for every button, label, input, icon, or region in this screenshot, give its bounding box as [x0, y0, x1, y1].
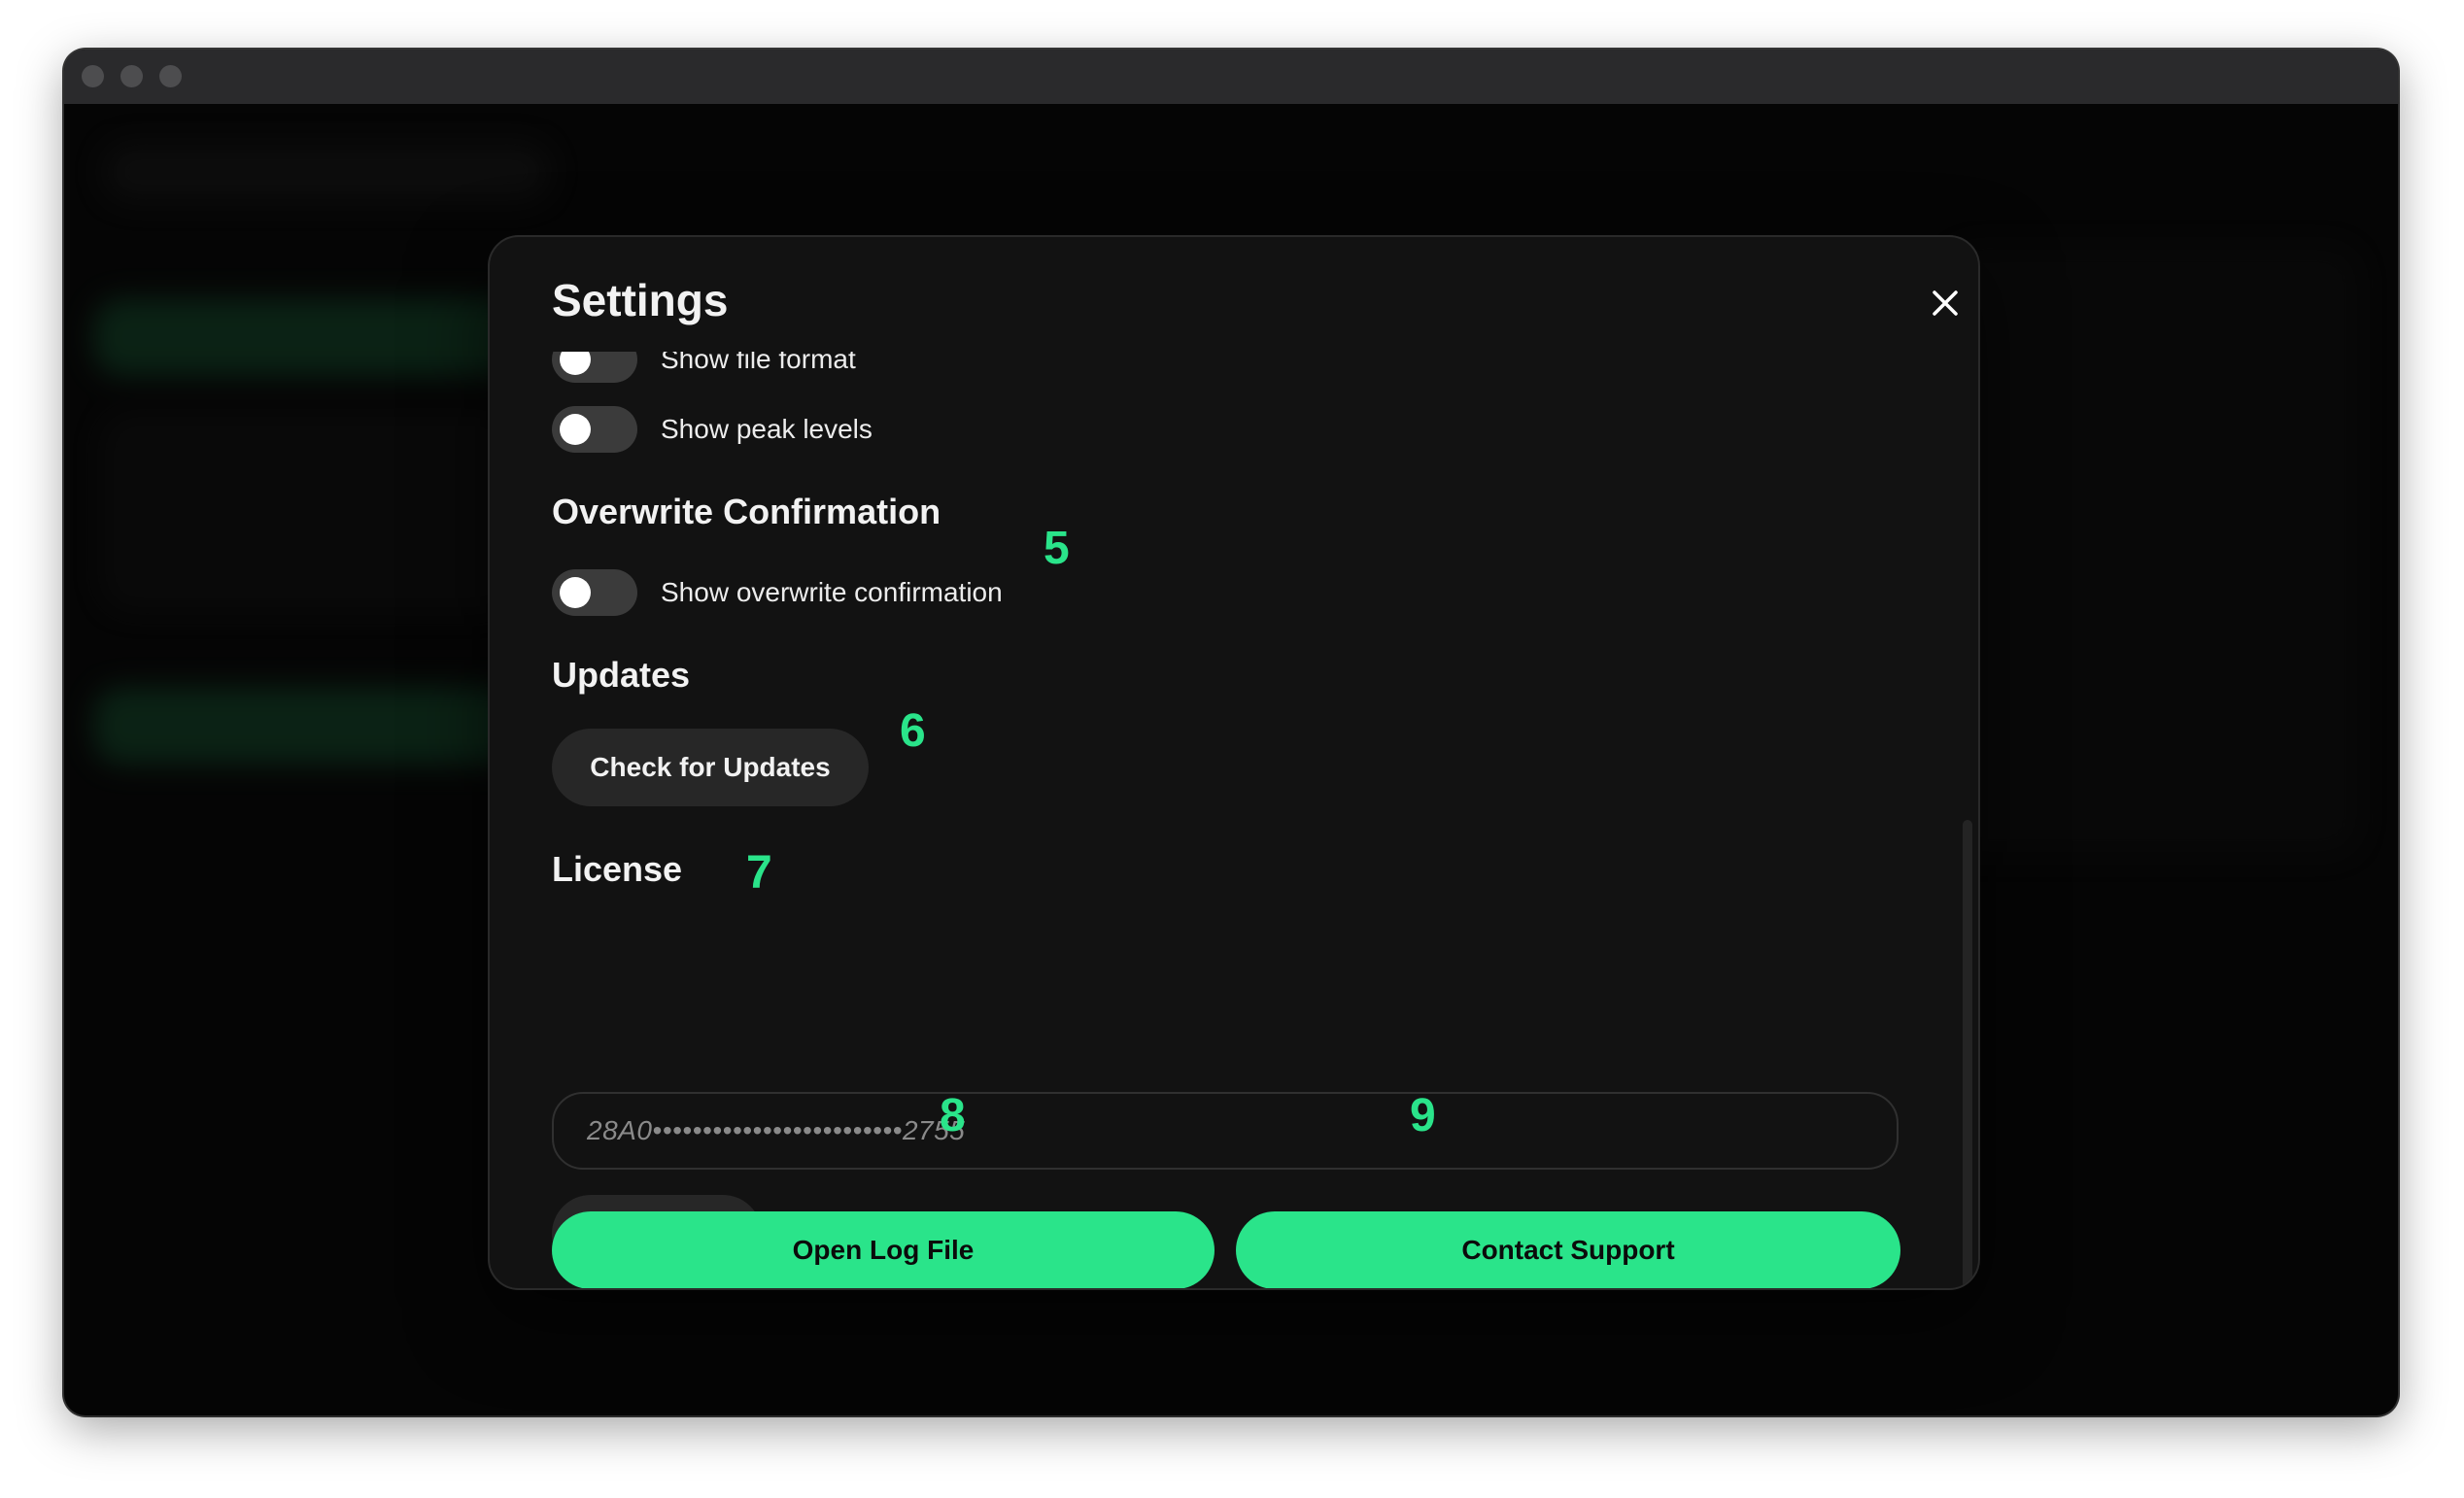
app-window: Settings Show file format Show peak leve… — [64, 50, 2398, 1415]
annotation-7: 7 — [746, 847, 772, 899]
license-key-value: 28A0•••••••••••••••••••••••••2755 — [587, 1115, 966, 1145]
file-format-toggle[interactable] — [552, 352, 637, 383]
toggle-row-overwrite[interactable]: Show overwrite confirmation — [552, 569, 1003, 616]
updates-heading: Updates — [552, 655, 691, 695]
file-format-label: Show file format — [661, 352, 856, 374]
contact-support-button[interactable]: Contact Support — [1236, 1211, 1900, 1288]
overwrite-label: Show overwrite confirmation — [661, 577, 1003, 607]
annotation-5: 5 — [1044, 523, 1070, 574]
overwrite-heading: Overwrite Confirmation — [552, 492, 941, 531]
overwrite-toggle[interactable] — [552, 569, 637, 616]
open-log-file-button[interactable]: Open Log File — [552, 1211, 1215, 1288]
license-heading: License — [552, 849, 683, 889]
check-updates-button[interactable]: Check for Updates — [552, 729, 869, 806]
annotation-6: 6 — [900, 705, 926, 757]
close-icon — [1933, 290, 1958, 316]
scrollbar[interactable] — [1963, 820, 1972, 1288]
close-window-dot[interactable] — [82, 65, 104, 87]
modal-title: Settings — [552, 275, 729, 325]
peak-levels-toggle[interactable] — [552, 406, 637, 453]
close-button[interactable] — [1918, 276, 1972, 330]
peak-levels-label: Show peak levels — [661, 414, 873, 444]
title-bar — [64, 50, 2398, 104]
annotation-9: 9 — [1410, 1090, 1436, 1141]
zoom-window-dot[interactable] — [159, 65, 182, 87]
settings-modal: Settings Show file format Show peak leve… — [488, 235, 1980, 1290]
annotation-8: 8 — [940, 1090, 966, 1141]
license-key-field[interactable]: 28A0•••••••••••••••••••••••••2755 — [552, 1092, 1899, 1170]
minimize-window-dot[interactable] — [120, 65, 143, 87]
settings-scroll-area[interactable]: Show file format Show peak levels Overwr… — [490, 352, 1978, 1288]
toggle-row-peak-levels[interactable]: Show peak levels — [552, 406, 873, 453]
toggle-row-file-format[interactable]: Show file format — [552, 352, 856, 383]
